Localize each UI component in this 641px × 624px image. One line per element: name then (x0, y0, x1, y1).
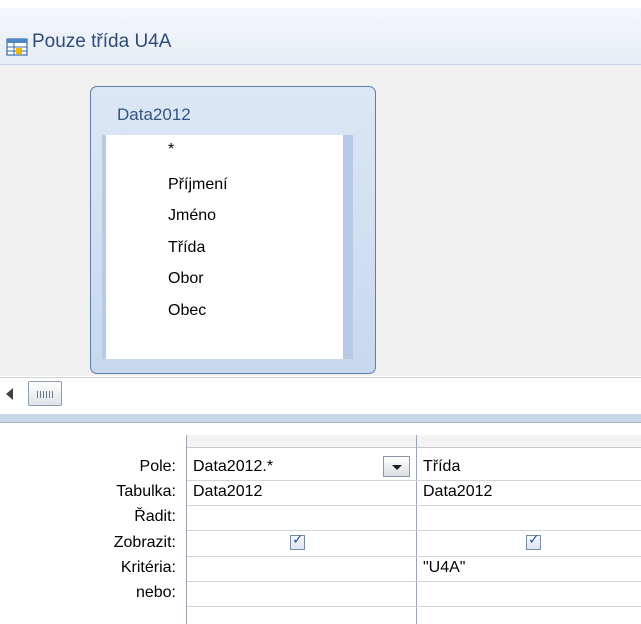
table-cell[interactable]: Data2012 (193, 483, 262, 501)
criteria-cell[interactable] (193, 559, 413, 579)
row-label-radit: Řadit: (134, 508, 176, 525)
pane-splitter[interactable] (0, 414, 641, 423)
checkmark-icon: ✓ (528, 532, 540, 548)
query-icon (6, 38, 28, 56)
sort-cell[interactable] (193, 508, 413, 528)
scroll-left-arrow-icon[interactable] (6, 388, 13, 400)
row-label-zobrazit: Zobrazit: (113, 534, 176, 551)
criteria-cell[interactable]: "U4A" (423, 559, 465, 577)
field-dropdown-button[interactable] (383, 456, 410, 477)
field-cell[interactable]: Data2012.* (193, 458, 273, 476)
field-item-all[interactable]: * (168, 141, 174, 159)
query-tab[interactable]: Pouze třída U4A (0, 8, 641, 65)
row-divider (187, 480, 641, 481)
row-label-tabulka: Tabulka: (116, 483, 176, 500)
design-grid[interactable]: Pole: Tabulka: Řadit: Zobrazit: Kritéria… (0, 423, 641, 624)
table-cell[interactable]: Data2012 (423, 483, 492, 501)
column-selector-2[interactable] (417, 435, 641, 448)
row-divider (187, 530, 641, 531)
sort-cell[interactable] (423, 508, 633, 528)
row-divider (187, 505, 641, 506)
grip-icon (37, 391, 53, 398)
query-title: Pouze třída U4A (32, 31, 172, 52)
field-item-obec[interactable]: Obec (168, 302, 206, 320)
field-item-trida[interactable]: Třída (168, 239, 205, 257)
row-divider (187, 606, 641, 607)
table-title[interactable]: Data2012 (117, 105, 191, 125)
field-item-jmeno[interactable]: Jméno (168, 207, 216, 225)
column-selector-1[interactable] (187, 435, 416, 448)
show-checkbox[interactable]: ✓ (290, 532, 305, 550)
or-cell[interactable] (423, 584, 633, 604)
checkmark-icon: ✓ (292, 532, 304, 548)
top-strip (0, 0, 641, 8)
table-field-list[interactable]: Data2012 * Příjmení Jméno Třída Obor Obe… (90, 86, 376, 374)
or-cell[interactable] (193, 584, 413, 604)
row-divider (187, 556, 641, 557)
field-item-obor[interactable]: Obor (168, 270, 204, 288)
field-list[interactable]: * Příjmení Jméno Třída Obor Obec (102, 135, 353, 359)
show-checkbox[interactable]: ✓ (526, 532, 541, 550)
chevron-down-icon (392, 465, 402, 470)
horizontal-scrollbar[interactable] (0, 377, 641, 415)
row-label-pole: Pole: (139, 458, 176, 475)
row-divider (187, 581, 641, 582)
scroll-thumb[interactable] (28, 381, 62, 406)
field-item-prijmeni[interactable]: Příjmení (168, 176, 228, 194)
field-cell[interactable]: Třída (423, 458, 460, 476)
row-label-kriteria: Kritéria: (120, 559, 176, 576)
row-label-nebo: nebo: (135, 584, 176, 601)
